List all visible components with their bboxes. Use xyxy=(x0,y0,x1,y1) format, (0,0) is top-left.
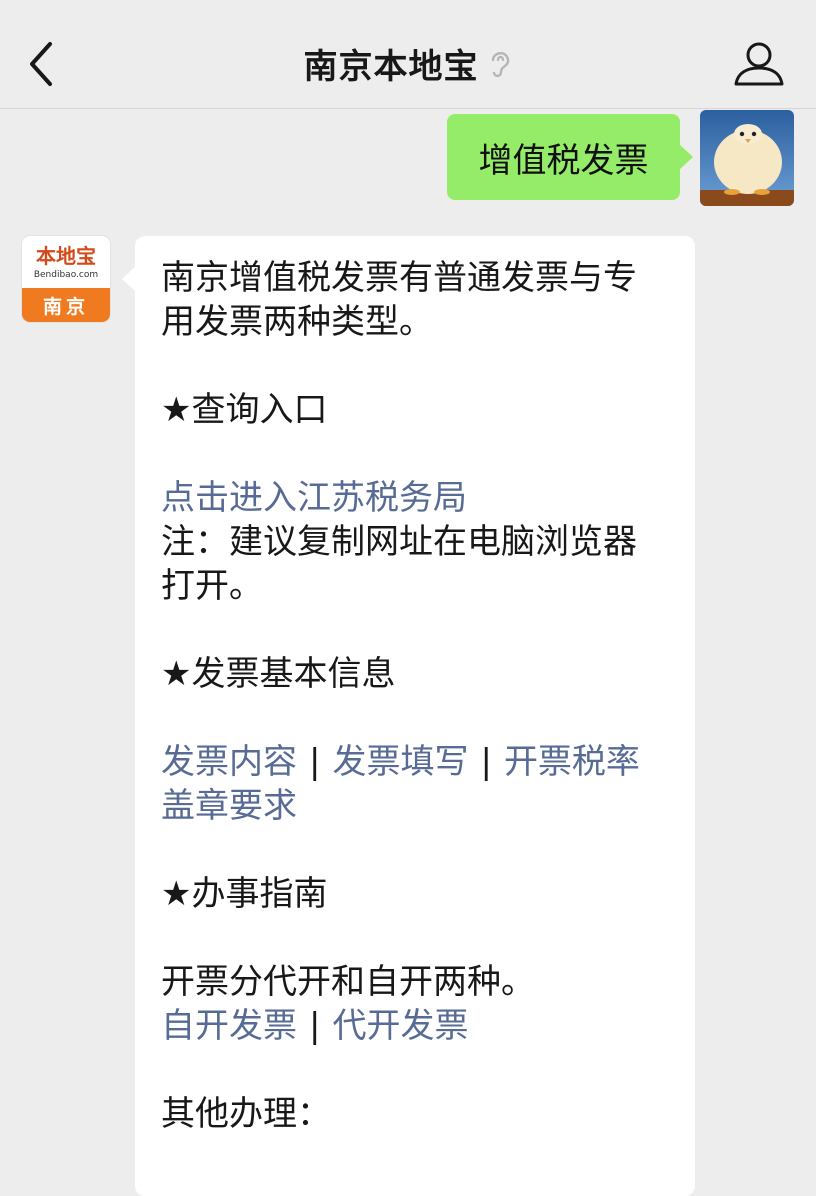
self-issue-link[interactable]: 自开发票 xyxy=(161,1006,297,1046)
ear-icon xyxy=(491,52,509,78)
section-guide-heading: ★办事指南 xyxy=(161,874,328,914)
official-account-avatar[interactable]: 本地宝 Bendibao.com 南京 xyxy=(22,236,110,322)
separator: | xyxy=(480,742,492,782)
title-area: 南京本地宝 xyxy=(0,38,816,88)
separator: | xyxy=(309,1006,321,1046)
user-message-text: 增值税发票 xyxy=(478,140,649,181)
invoice-fill-link[interactable]: 发票填写 xyxy=(332,742,468,782)
intro-line-1: 南京增值税发票有普通发票与专 xyxy=(161,258,637,298)
intro-line-2: 用发票两种类型。 xyxy=(161,302,433,342)
top-navigation-bar: 南京本地宝 xyxy=(0,0,816,109)
logo-domain: Bendibao.com xyxy=(33,269,99,280)
tax-bureau-link[interactable]: 点击进入江苏税务局 xyxy=(161,478,467,518)
reply-message-bubble: 南京增值税发票有普通发票与专 用发票两种类型。 ★查询入口 点击进入江苏税务局 … xyxy=(122,236,695,1196)
profile-button[interactable] xyxy=(732,38,786,92)
section-basic-heading: ★发票基本信息 xyxy=(161,654,396,694)
user-avatar[interactable] xyxy=(700,110,794,206)
plush-chick-avatar-icon xyxy=(700,110,794,206)
logo-brand: 本地宝 xyxy=(36,243,96,268)
logo-top: 本地宝 Bendibao.com xyxy=(22,236,110,288)
section-query-heading: ★查询入口 xyxy=(161,390,328,430)
user-message-bubble[interactable]: 增值税发票 xyxy=(447,114,693,200)
logo-city: 南京 xyxy=(22,288,110,322)
note-line-2: 打开。 xyxy=(161,566,263,606)
page-title: 南京本地宝 xyxy=(303,46,479,87)
stamp-requirement-link[interactable]: 盖章要求 xyxy=(161,786,297,826)
other-heading: 其他办理： xyxy=(161,1094,331,1134)
guide-text: 开票分代开和自开两种。 xyxy=(161,962,535,1002)
tax-rate-link[interactable]: 开票税率 xyxy=(504,742,640,782)
guide-links-row: 自开发票 | 代开发票 xyxy=(161,1004,673,1048)
note-line-1: 注：建议复制网址在电脑浏览器 xyxy=(161,522,637,562)
invoice-content-link[interactable]: 发票内容 xyxy=(161,742,297,782)
agent-issue-link[interactable]: 代开发票 xyxy=(332,1006,468,1046)
user-profile-icon xyxy=(734,42,784,86)
basic-links-row: 发票内容 | 发票填写 | 开票税率 xyxy=(161,740,673,784)
separator: | xyxy=(309,742,321,782)
